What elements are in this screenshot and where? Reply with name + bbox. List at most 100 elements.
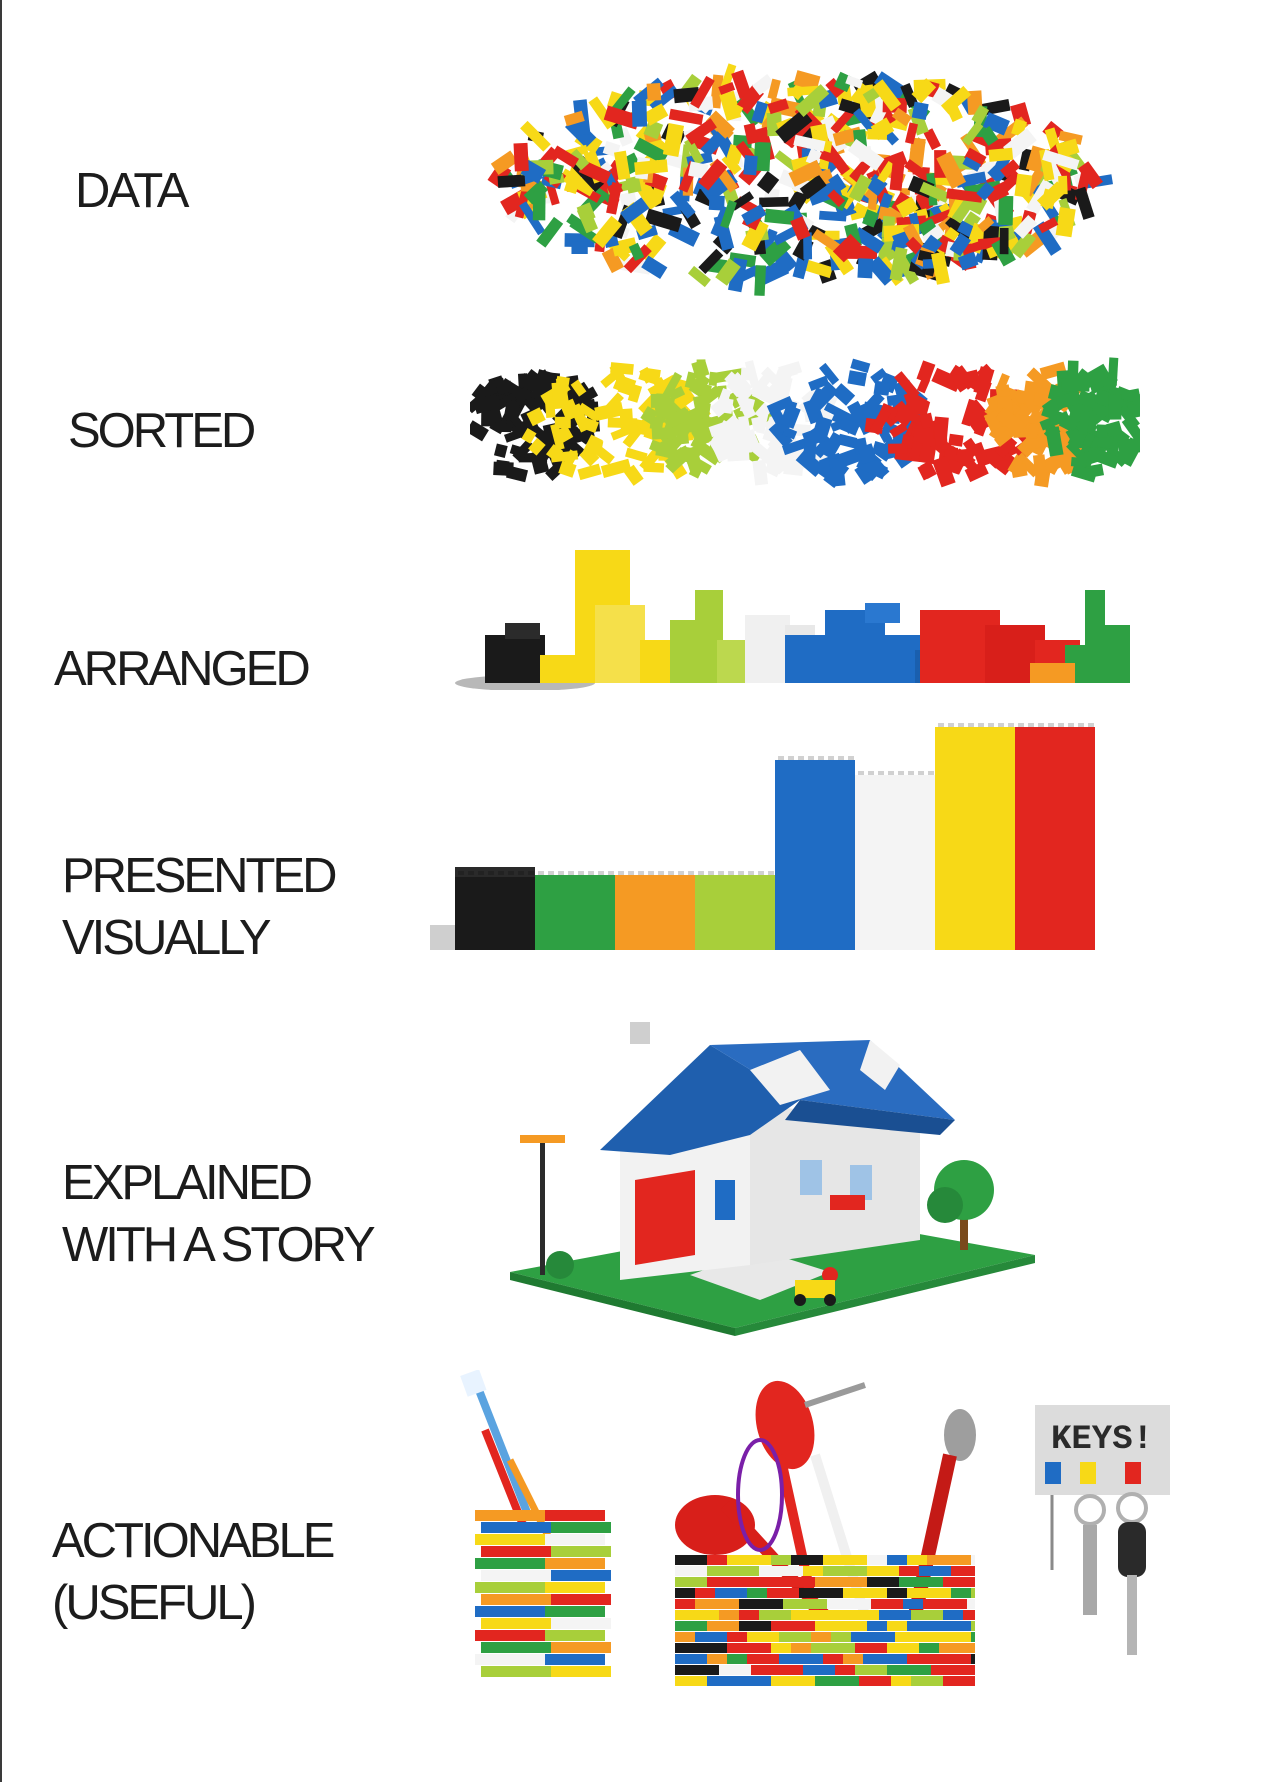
brick xyxy=(934,423,948,450)
brick xyxy=(545,1582,605,1593)
brick xyxy=(475,1582,545,1593)
brick xyxy=(675,1621,707,1631)
brick xyxy=(638,871,644,875)
brick xyxy=(988,147,1014,162)
brick xyxy=(1038,723,1044,727)
brick xyxy=(999,227,1009,255)
brick xyxy=(971,1588,975,1598)
brick xyxy=(481,1666,551,1677)
brick xyxy=(708,195,725,211)
brick xyxy=(835,1577,867,1587)
brick xyxy=(747,1654,779,1664)
brick xyxy=(727,1643,771,1653)
brick xyxy=(545,1654,605,1665)
brick xyxy=(1074,186,1095,220)
brick xyxy=(675,1599,695,1609)
brick xyxy=(747,1632,779,1642)
brick xyxy=(485,394,502,412)
brick xyxy=(823,1566,867,1576)
brick xyxy=(951,1566,975,1576)
brick xyxy=(831,1632,851,1642)
brick xyxy=(498,871,504,875)
brick xyxy=(858,771,864,775)
brick xyxy=(754,265,767,296)
brick xyxy=(998,195,1014,226)
brick xyxy=(771,1621,815,1631)
brick xyxy=(481,1546,551,1557)
brick xyxy=(867,1555,887,1565)
brick xyxy=(803,1665,835,1675)
brick xyxy=(887,1621,907,1631)
brick xyxy=(493,443,508,458)
brick xyxy=(847,370,868,387)
brick xyxy=(717,397,734,414)
brick xyxy=(508,871,514,875)
brick xyxy=(458,871,464,875)
brick xyxy=(748,871,754,875)
brick xyxy=(668,871,674,875)
brick xyxy=(646,82,662,101)
brick xyxy=(588,438,604,456)
brick xyxy=(468,871,474,875)
brick xyxy=(871,1599,903,1609)
brick xyxy=(678,871,684,875)
brick xyxy=(568,871,574,875)
brick xyxy=(551,1570,611,1581)
brick-key-holder-illustration: KEYS! xyxy=(1035,1405,1170,1655)
brick xyxy=(971,1555,975,1565)
brick xyxy=(943,1676,975,1686)
brick xyxy=(518,871,524,875)
brick xyxy=(818,756,824,760)
brick xyxy=(815,1676,859,1686)
brick xyxy=(798,756,804,760)
brick xyxy=(823,1654,843,1664)
brick xyxy=(1048,723,1054,727)
brick xyxy=(528,871,534,875)
brick xyxy=(815,1621,835,1631)
brick xyxy=(968,723,974,727)
brick xyxy=(951,1588,971,1598)
brick xyxy=(695,1599,739,1609)
stage-label-data: DATA xyxy=(75,164,189,218)
brick xyxy=(548,871,554,875)
brick xyxy=(799,1588,843,1598)
brick xyxy=(971,1621,975,1631)
brick xyxy=(895,1632,927,1642)
brick xyxy=(898,771,904,775)
brick xyxy=(783,1577,815,1587)
brick xyxy=(887,1665,931,1675)
stage-label-actionable: ACTIONABLE (USEFUL) xyxy=(52,1514,335,1630)
brick xyxy=(1078,723,1084,727)
brick xyxy=(928,771,934,775)
brick xyxy=(532,191,546,221)
brick xyxy=(791,1555,823,1565)
brick xyxy=(747,1588,767,1598)
brick xyxy=(481,1522,551,1533)
brick xyxy=(493,461,514,476)
brick xyxy=(873,380,891,396)
brick xyxy=(967,1599,975,1609)
brick xyxy=(783,1599,827,1609)
brick xyxy=(475,1654,545,1665)
brick xyxy=(675,1665,719,1675)
brick xyxy=(855,1665,887,1675)
brick xyxy=(675,1654,707,1664)
brick xyxy=(899,1566,919,1576)
brick xyxy=(951,1654,971,1664)
brick xyxy=(923,1599,967,1609)
brick xyxy=(1032,454,1048,481)
brick xyxy=(481,1618,551,1629)
brick xyxy=(628,871,634,875)
brick xyxy=(879,1610,911,1620)
brick xyxy=(848,756,854,760)
brick xyxy=(911,1610,943,1620)
page-left-border xyxy=(0,0,2,1782)
brick-house-illustration xyxy=(510,1022,1035,1336)
brick xyxy=(1068,723,1074,727)
brick xyxy=(728,871,734,875)
brick xyxy=(707,1654,727,1664)
brick xyxy=(751,1665,783,1675)
brick xyxy=(538,871,544,875)
brick-bar-chart-illustration xyxy=(430,723,1095,950)
brick xyxy=(675,1643,695,1653)
